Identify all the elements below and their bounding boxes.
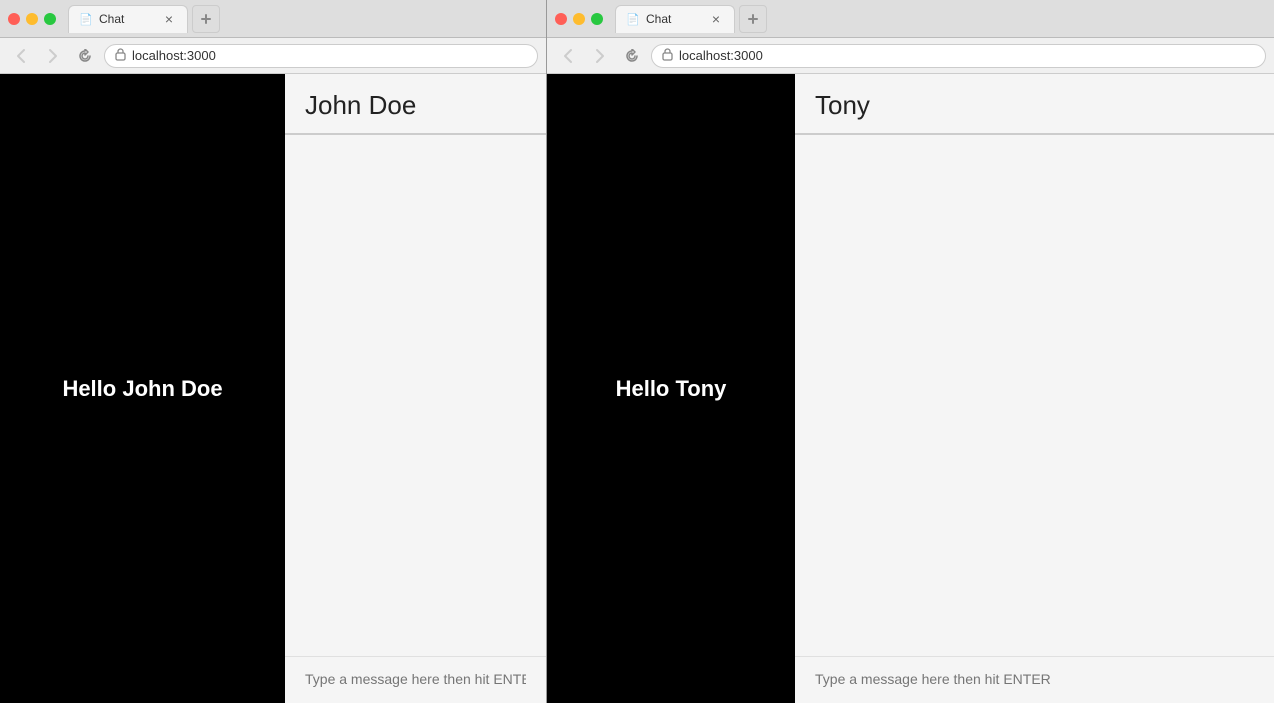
back-button-1[interactable] xyxy=(8,43,34,69)
browser-window-1: 📄 Chat × xyxy=(0,0,547,703)
new-tab-button-2[interactable] xyxy=(739,5,767,33)
forward-button-1[interactable] xyxy=(40,43,66,69)
tab-icon-2: 📄 xyxy=(626,12,640,26)
chat-user-name-1: John Doe xyxy=(305,90,416,120)
tab-icon-1: 📄 xyxy=(79,12,93,26)
browser-window-2: 📄 Chat × xyxy=(547,0,1274,703)
lock-icon-2 xyxy=(662,48,673,64)
chat-area-1: John Doe xyxy=(285,74,546,703)
tab-2[interactable]: 📄 Chat × xyxy=(615,5,735,33)
app-content-2: Hello Tony Tony xyxy=(547,74,1274,703)
window-controls-1 xyxy=(8,13,56,25)
nav-bar-2: localhost:3000 xyxy=(547,38,1274,74)
sidebar-1: Hello John Doe xyxy=(0,74,285,703)
chat-messages-2 xyxy=(795,135,1274,656)
tab-title-1: Chat xyxy=(99,12,124,26)
window-controls-2 xyxy=(555,13,603,25)
tab-bar-2: 📄 Chat × xyxy=(615,5,1266,33)
title-bar-1: 📄 Chat × xyxy=(0,0,546,38)
url-text-1: localhost:3000 xyxy=(132,48,216,63)
back-button-2[interactable] xyxy=(555,43,581,69)
chat-header-2: Tony xyxy=(795,74,1274,135)
chat-area-2: Tony xyxy=(795,74,1274,703)
chat-input-area-2 xyxy=(795,656,1274,703)
chat-messages-1 xyxy=(285,135,546,656)
chat-input-1[interactable] xyxy=(305,671,526,687)
tab-bar-1: 📄 Chat × xyxy=(68,5,538,33)
sidebar-greeting-2: Hello Tony xyxy=(616,376,727,402)
maximize-button-1[interactable] xyxy=(44,13,56,25)
chat-header-1: John Doe xyxy=(285,74,546,135)
chat-input-area-1 xyxy=(285,656,546,703)
address-bar-2[interactable]: localhost:3000 xyxy=(651,44,1266,68)
url-text-2: localhost:3000 xyxy=(679,48,763,63)
maximize-button-2[interactable] xyxy=(591,13,603,25)
minimize-button-2[interactable] xyxy=(573,13,585,25)
close-button-2[interactable] xyxy=(555,13,567,25)
chat-input-2[interactable] xyxy=(815,671,1254,687)
title-bar-2: 📄 Chat × xyxy=(547,0,1274,38)
chat-user-name-2: Tony xyxy=(815,90,870,120)
app-content-1: Hello John Doe John Doe xyxy=(0,74,546,703)
nav-bar-1: localhost:3000 xyxy=(0,38,546,74)
tab-1[interactable]: 📄 Chat × xyxy=(68,5,188,33)
sidebar-2: Hello Tony xyxy=(547,74,795,703)
lock-icon-1 xyxy=(115,48,126,64)
reload-button-2[interactable] xyxy=(619,43,645,69)
forward-button-2[interactable] xyxy=(587,43,613,69)
tab-close-2[interactable]: × xyxy=(708,11,724,27)
sidebar-greeting-1: Hello John Doe xyxy=(62,376,222,402)
reload-button-1[interactable] xyxy=(72,43,98,69)
close-button-1[interactable] xyxy=(8,13,20,25)
tab-title-2: Chat xyxy=(646,12,671,26)
tab-close-1[interactable]: × xyxy=(161,11,177,27)
minimize-button-1[interactable] xyxy=(26,13,38,25)
address-bar-1[interactable]: localhost:3000 xyxy=(104,44,538,68)
new-tab-button-1[interactable] xyxy=(192,5,220,33)
